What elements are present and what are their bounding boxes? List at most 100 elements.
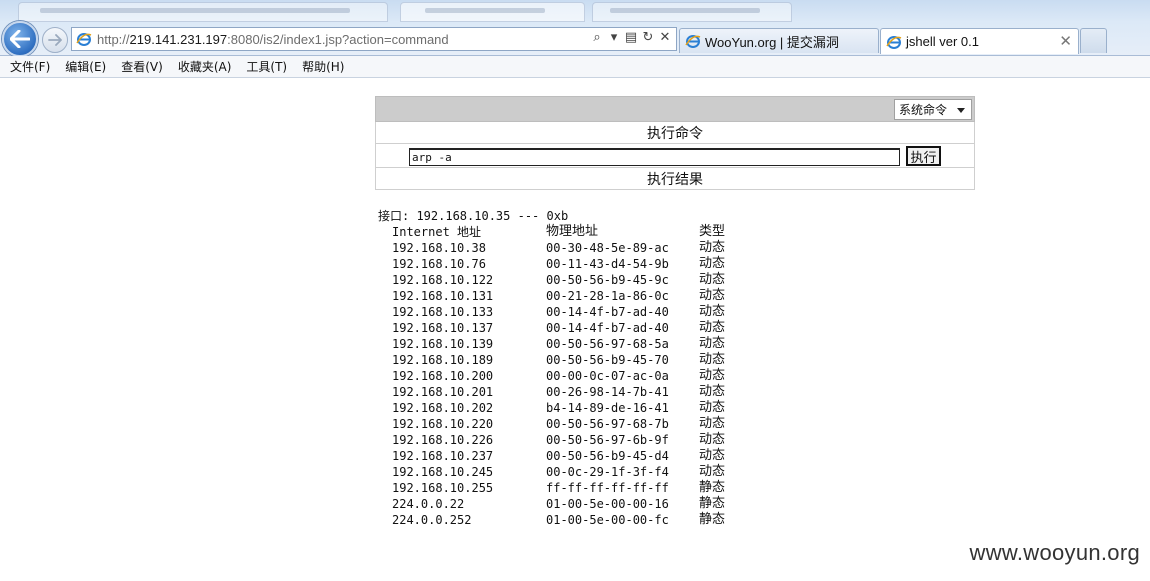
arp-mac: 00-14-4f-b7-ad-40 [546, 321, 669, 335]
arp-ip: 192.168.10.139 [392, 337, 494, 351]
command-type-select[interactable]: 系统命令 [894, 99, 972, 120]
url-protocol: http:// [97, 31, 130, 47]
table-row: 192.168.10.245 00-0c-29-1f-3f-f4 动态 [378, 464, 725, 480]
arp-ip: 192.168.10.131 [392, 289, 494, 303]
table-row: 192.168.10.200 00-00-0c-07-ac-0a 动态 [378, 368, 725, 384]
search-icon[interactable]: ⌕ [590, 30, 604, 45]
arp-ip: 192.168.10.38 [392, 241, 486, 255]
url-host: 219.141.231.197 [129, 31, 228, 47]
arp-header-row: Internet 地址 物理地址 类型 [378, 224, 725, 240]
command-row: 执行 [375, 144, 975, 168]
address-bar[interactable]: http://219.141.231.197:8080/is2/index1.j… [71, 27, 677, 51]
arp-ip: 192.168.10.245 [392, 465, 494, 479]
arp-mac: 00-21-28-1a-86-0c [546, 289, 669, 303]
arp-output: 接口: 192.168.10.35 --- 0xb Internet 地址 物理… [378, 208, 725, 528]
table-row: 192.168.10.131 00-21-28-1a-86-0c 动态 [378, 288, 725, 304]
new-tab-button[interactable] [1080, 28, 1107, 53]
arp-type: 动态 [699, 464, 726, 479]
command-input[interactable] [409, 148, 900, 166]
arp-rows: 192.168.10.38 00-30-48-5e-89-ac 动态 192.168.… [378, 240, 725, 528]
tab-label: jshell ver 0.1 [906, 34, 979, 49]
menu-help[interactable]: 帮助(H) [296, 57, 350, 77]
arp-type: 静态 [699, 496, 726, 511]
arp-type: 动态 [699, 304, 726, 319]
arp-mac: 00-50-56-97-6b-9f [546, 433, 669, 447]
arp-type: 动态 [699, 416, 726, 431]
arp-type: 静态 [699, 512, 726, 527]
arp-ip: 192.168.10.226 [392, 433, 494, 447]
background-window-tab-text [610, 8, 760, 13]
watermark: www.wooyun.org [969, 540, 1140, 565]
arp-mac: 01-00-5e-00-00-fc [546, 513, 669, 527]
arp-type: 动态 [699, 288, 726, 303]
table-row: 192.168.10.255 ff-ff-ff-ff-ff-ff 静态 [378, 480, 725, 496]
arp-ip: 224.0.0.22 [392, 497, 465, 511]
stop-icon[interactable]: ✕ [658, 30, 672, 45]
menu-favorites[interactable]: 收藏夹(A) [172, 57, 238, 77]
tab-jshell[interactable]: jshell ver 0.1 ✕ [880, 28, 1079, 54]
arp-type: 动态 [699, 272, 726, 287]
header-mac: 物理地址 [546, 224, 599, 239]
arp-mac: 01-00-5e-00-00-16 [546, 497, 669, 511]
arp-ip: 192.168.10.137 [392, 321, 494, 335]
table-row: 192.168.10.237 00-50-56-b9-45-d4 动态 [378, 448, 725, 464]
url-path: :8080/is2/index1.jsp?action=command [227, 31, 449, 47]
arp-type: 静态 [699, 480, 726, 495]
arp-ip: 192.168.10.201 [392, 385, 494, 399]
select-value: 系统命令 [899, 103, 948, 117]
arp-type: 动态 [699, 336, 726, 351]
arp-ip: 192.168.10.220 [392, 417, 494, 431]
chevron-down-icon[interactable]: ▾ [607, 30, 621, 45]
arp-ip: 192.168.10.189 [392, 353, 494, 367]
arp-ip: 224.0.0.252 [392, 513, 472, 527]
compatibility-view-icon[interactable]: ▤ [624, 30, 638, 45]
arp-type: 动态 [699, 320, 726, 335]
table-row: 192.168.10.139 00-50-56-97-68-5a 动态 [378, 336, 725, 352]
menu-edit[interactable]: 编辑(E) [59, 57, 112, 77]
arp-ip: 192.168.10.133 [392, 305, 494, 319]
arp-mac: 00-00-0c-07-ac-0a [546, 369, 669, 383]
arp-type: 动态 [699, 368, 726, 383]
arp-mac: 00-50-56-97-68-5a [546, 337, 669, 351]
arp-ip: 192.168.10.237 [392, 449, 494, 463]
table-row: 192.168.10.38 00-30-48-5e-89-ac 动态 [378, 240, 725, 256]
execute-button[interactable]: 执行 [906, 146, 941, 166]
ie-page-icon [886, 35, 902, 49]
arp-type: 动态 [699, 384, 726, 399]
table-row: 192.168.10.201 00-26-98-14-7b-41 动态 [378, 384, 725, 400]
address-url[interactable]: http://219.141.231.197:8080/is2/index1.j… [97, 32, 449, 47]
tab-label: WooYun.org | 提交漏洞 [705, 34, 839, 50]
command-panel: 系统命令 执行命令 执行 执行结果 [375, 96, 975, 190]
browser-toolbar: http://219.141.231.197:8080/is2/index1.j… [0, 0, 1150, 57]
close-icon[interactable]: ✕ [1059, 32, 1072, 50]
address-tools: ⌕ ▾ ▤ ↻ ✕ [590, 30, 672, 45]
menu-view[interactable]: 查看(V) [115, 57, 169, 77]
ie-page-icon [76, 33, 92, 46]
arrow-right-icon [48, 34, 62, 46]
tab-wooyun[interactable]: WooYun.org | 提交漏洞 [679, 28, 879, 53]
arp-mac: b4-14-89-de-16-41 [546, 401, 669, 415]
arp-type: 动态 [699, 448, 726, 463]
table-row: 192.168.10.76 00-11-43-d4-54-9b 动态 [378, 256, 725, 272]
header-ip: Internet 地址 [392, 225, 482, 239]
menu-file[interactable]: 文件(F) [4, 57, 56, 77]
table-row: 192.168.10.137 00-14-4f-b7-ad-40 动态 [378, 320, 725, 336]
arp-mac: 00-14-4f-b7-ad-40 [546, 305, 669, 319]
menu-tools[interactable]: 工具(T) [240, 57, 293, 77]
back-button[interactable] [2, 21, 38, 57]
table-row: 192.168.10.133 00-14-4f-b7-ad-40 动态 [378, 304, 725, 320]
arp-mac: 00-26-98-14-7b-41 [546, 385, 669, 399]
table-row: 192.168.10.189 00-50-56-b9-45-70 动态 [378, 352, 725, 368]
forward-button[interactable] [42, 27, 68, 53]
table-row: 192.168.10.226 00-50-56-97-6b-9f 动态 [378, 432, 725, 448]
menu-bar: 文件(F) 编辑(E) 查看(V) 收藏夹(A) 工具(T) 帮助(H) [0, 56, 1150, 78]
table-row: 192.168.10.220 00-50-56-97-68-7b 动态 [378, 416, 725, 432]
arp-mac: 00-30-48-5e-89-ac [546, 241, 669, 255]
arp-type: 动态 [699, 256, 726, 271]
arp-mac: 00-50-56-b9-45-d4 [546, 449, 669, 463]
arp-ip: 192.168.10.255 [392, 481, 494, 495]
header-type: 类型 [699, 224, 726, 239]
interface-line: 接口: 192.168.10.35 --- 0xb [378, 209, 569, 223]
arp-mac: 00-0c-29-1f-3f-f4 [546, 465, 669, 479]
refresh-icon[interactable]: ↻ [641, 30, 655, 45]
